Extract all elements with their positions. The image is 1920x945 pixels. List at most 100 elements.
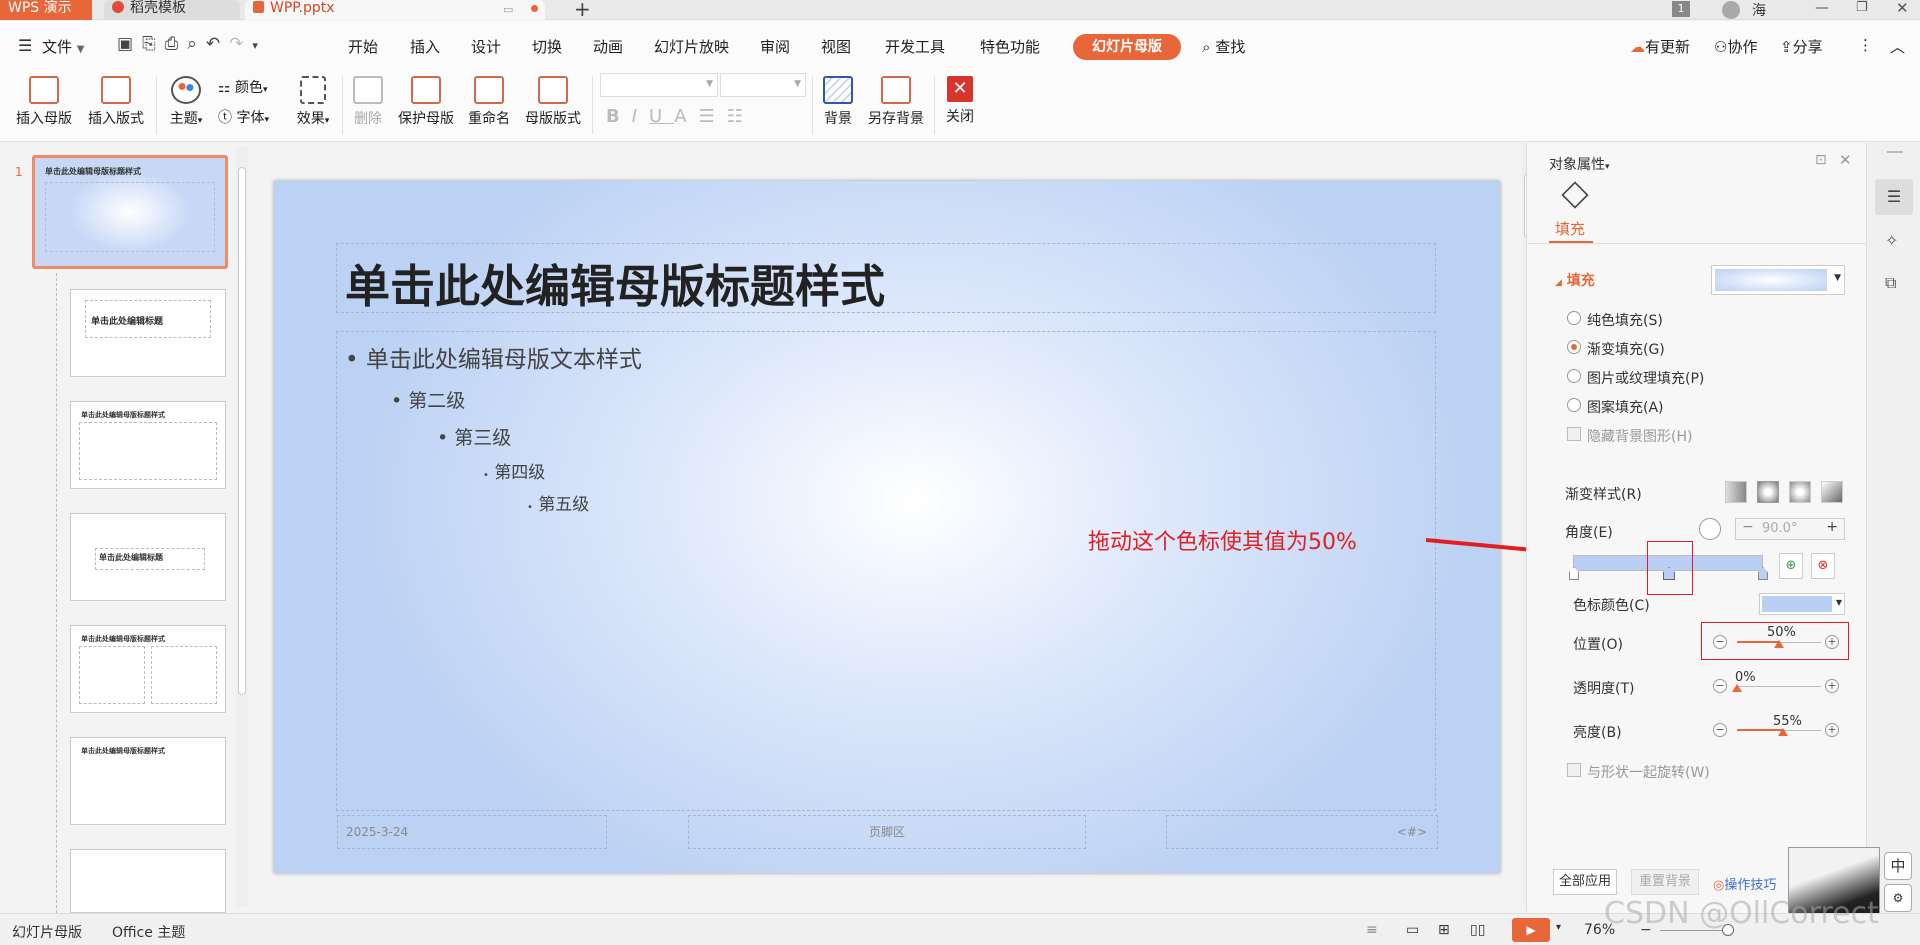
- color-button[interactable]: ⚏ 颜色▾: [218, 77, 268, 97]
- tab-fill[interactable]: 填充: [1555, 218, 1585, 239]
- picture-fill-label[interactable]: 图片或纹理填充(P): [1587, 368, 1704, 388]
- rectangular-gradient-icon[interactable]: [1789, 481, 1811, 503]
- effect-button[interactable]: 效果▾: [292, 76, 334, 128]
- close-master-button[interactable]: ✕ 关闭: [942, 76, 978, 126]
- underline-icon[interactable]: U: [649, 106, 674, 127]
- print-icon[interactable]: ⎙: [165, 34, 188, 54]
- update-button[interactable]: ☁有更新: [1630, 36, 1690, 57]
- tips-link[interactable]: ◎操作技巧: [1713, 874, 1776, 893]
- menu-review[interactable]: 审阅: [760, 36, 790, 57]
- gradient-fill-radio[interactable]: [1567, 340, 1581, 354]
- font-color-icon[interactable]: A: [674, 106, 698, 127]
- sorter-view-icon[interactable]: ⊞: [1438, 922, 1450, 938]
- brightness-increase-button[interactable]: +: [1825, 723, 1839, 737]
- new-tab-button[interactable]: +: [574, 0, 591, 21]
- fill-preview-dropdown[interactable]: ▼: [1711, 265, 1845, 295]
- minimize-icon[interactable]: —: [1815, 0, 1829, 16]
- menu-slideshow[interactable]: 幻灯片放映: [654, 36, 729, 57]
- customize-icon[interactable]: ▾: [252, 39, 267, 52]
- minus-icon[interactable]: −: [1742, 519, 1754, 535]
- date-placeholder[interactable]: 2025-3-24: [337, 815, 607, 849]
- add-stop-button[interactable]: ⊕: [1779, 553, 1803, 579]
- layout-thumbnail[interactable]: 单击此处编辑标题: [70, 513, 226, 601]
- pattern-fill-radio[interactable]: [1567, 398, 1581, 412]
- rotate-with-shape-checkbox[interactable]: [1567, 763, 1581, 777]
- wps-home-tab[interactable]: WPS 演示: [0, 0, 92, 20]
- lock-icon[interactable]: ⊡: [1815, 152, 1827, 168]
- stop-color-picker[interactable]: ▼: [1759, 593, 1845, 615]
- panel-title[interactable]: 对象属性▾: [1549, 154, 1610, 174]
- solid-fill-label[interactable]: 纯色填充(S): [1587, 310, 1663, 330]
- tab-slide-master[interactable]: 幻灯片母版: [1073, 34, 1181, 60]
- master-layout-button[interactable]: 母版版式: [521, 76, 585, 128]
- layers-icon[interactable]: ⧉: [1885, 273, 1896, 293]
- template-tab[interactable]: 稻壳模板: [104, 0, 240, 20]
- scrollbar-thumb[interactable]: [238, 167, 246, 695]
- fill-section-header[interactable]: ◢ 填充: [1555, 270, 1595, 290]
- protect-master-button[interactable]: 保护母版: [394, 76, 458, 128]
- insert-layout-button[interactable]: 插入版式: [84, 76, 148, 128]
- menu-view[interactable]: 视图: [821, 36, 851, 57]
- position-increase-button[interactable]: +: [1825, 635, 1839, 649]
- angle-stepper[interactable]: − 90.0° +: [1735, 518, 1845, 540]
- apply-all-button[interactable]: 全部应用: [1553, 869, 1617, 895]
- collapse-ribbon-icon[interactable]: ︿: [1890, 36, 1905, 57]
- gradient-fill-label[interactable]: 渐变填充(G): [1587, 339, 1665, 359]
- play-button[interactable]: ▶: [1512, 918, 1550, 942]
- properties-icon[interactable]: ☰: [1875, 179, 1913, 215]
- collab-button[interactable]: ⚇协作: [1714, 36, 1757, 57]
- insert-master-button[interactable]: 插入母版: [12, 76, 76, 128]
- search-button[interactable]: ⌕ 查找: [1202, 36, 1245, 57]
- thumbnail-scrollbar[interactable]: [236, 147, 248, 907]
- play-options-icon[interactable]: ▾: [1556, 922, 1561, 933]
- save-background-button[interactable]: 另存背景: [864, 76, 928, 128]
- ime-indicator[interactable]: 中: [1884, 852, 1912, 880]
- solid-fill-radio[interactable]: [1567, 311, 1581, 325]
- menu-developer[interactable]: 开发工具: [885, 36, 945, 57]
- font-name-select[interactable]: ▼: [600, 73, 718, 97]
- font-button[interactable]: ⓣ 字体▾: [218, 107, 269, 127]
- footer-placeholder[interactable]: 页脚区: [688, 815, 1086, 849]
- monitor-icon[interactable]: ▭: [503, 2, 513, 18]
- master-thumbnail[interactable]: 单击此处编辑母版标题样式: [32, 155, 228, 269]
- layout-thumbnail[interactable]: 单击此处编辑母版标题样式: [70, 625, 226, 713]
- reading-view-icon[interactable]: ▯▯: [1470, 922, 1485, 938]
- menu-insert[interactable]: 插入: [410, 36, 440, 57]
- avatar[interactable]: [1722, 1, 1740, 19]
- rotate-with-shape-label[interactable]: 与形状一起旋转(W): [1587, 762, 1710, 782]
- redo-icon[interactable]: ↷: [229, 34, 252, 54]
- slide-number-placeholder[interactable]: <#>: [1166, 815, 1438, 849]
- share-button[interactable]: ⇪分享: [1780, 36, 1823, 57]
- bold-icon[interactable]: B: [606, 106, 632, 127]
- brightness-slider-handle[interactable]: [1778, 728, 1789, 736]
- remove-stop-button[interactable]: ⊗: [1811, 553, 1835, 579]
- layout-thumbnail[interactable]: 单击此处编辑标题: [70, 289, 226, 377]
- transparency-slider-track[interactable]: [1737, 686, 1821, 687]
- hamburger-icon[interactable]: ☰: [18, 36, 32, 55]
- save-icon[interactable]: ▣: [117, 34, 142, 54]
- close-panel-icon[interactable]: ✕: [1839, 151, 1852, 169]
- picture-fill-radio[interactable]: [1567, 369, 1581, 383]
- angle-dial-icon[interactable]: [1699, 518, 1721, 540]
- layout-thumbnail[interactable]: 单击此处编辑母版标题样式: [70, 401, 226, 489]
- hide-bg-checkbox[interactable]: [1567, 427, 1581, 441]
- close-window-icon[interactable]: ✕: [1896, 0, 1909, 17]
- export-icon[interactable]: ⎘: [142, 34, 165, 54]
- hide-bg-label[interactable]: 隐藏背景图形(H): [1587, 426, 1692, 446]
- reset-background-button[interactable]: 重置背景: [1631, 869, 1699, 895]
- position-slider-handle[interactable]: [1774, 640, 1784, 648]
- linear-gradient-icon[interactable]: [1725, 481, 1747, 503]
- rename-button[interactable]: 重命名: [464, 76, 514, 128]
- brightness-decrease-button[interactable]: −: [1713, 723, 1727, 737]
- radial-gradient-icon[interactable]: [1757, 481, 1779, 503]
- restore-icon[interactable]: ❐: [1856, 0, 1868, 15]
- panel-toggle-icon[interactable]: [1887, 151, 1903, 153]
- transparency-increase-button[interactable]: +: [1825, 679, 1839, 693]
- title-placeholder[interactable]: 单击此处编辑母版标题样式: [336, 243, 1436, 313]
- pattern-fill-label[interactable]: 图案填充(A): [1587, 397, 1664, 417]
- undo-icon[interactable]: ↶: [206, 34, 229, 54]
- menu-design[interactable]: 设计: [471, 36, 501, 57]
- ime-options-icon[interactable]: ⚙: [1884, 884, 1912, 912]
- transparency-decrease-button[interactable]: −: [1713, 679, 1727, 693]
- background-button[interactable]: 背景: [820, 76, 856, 128]
